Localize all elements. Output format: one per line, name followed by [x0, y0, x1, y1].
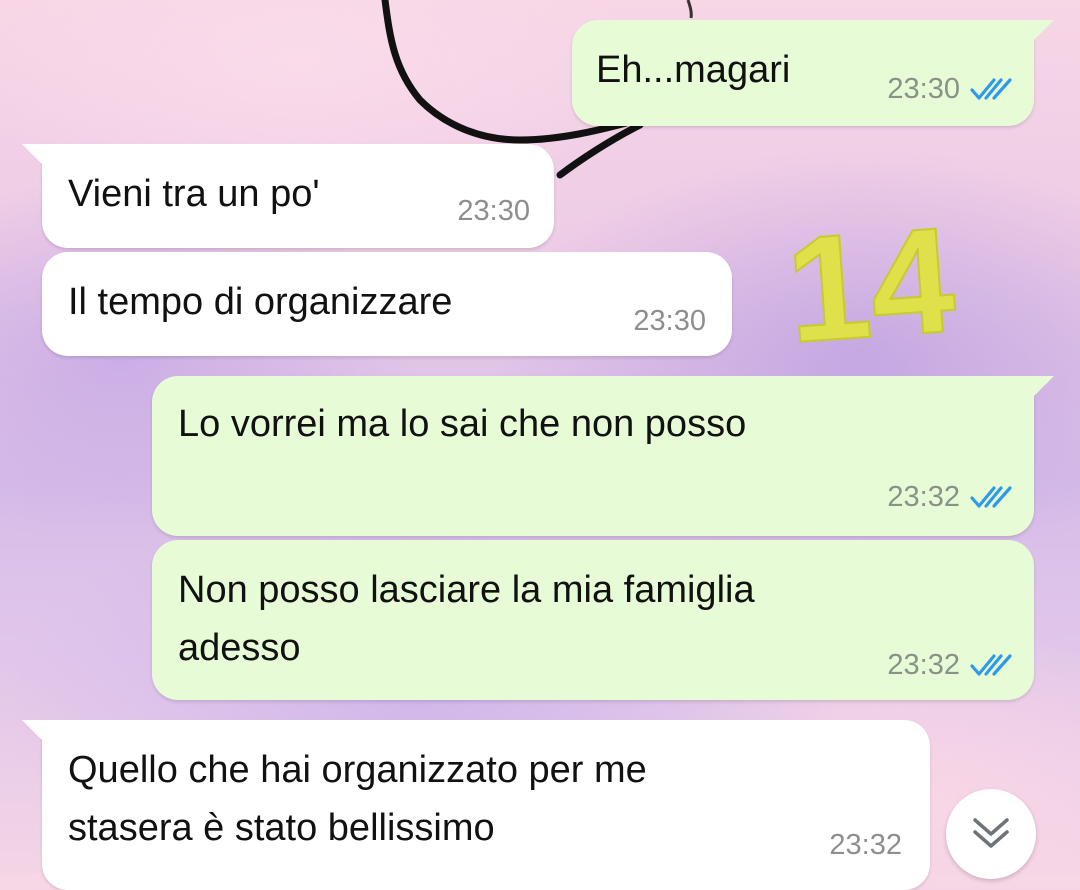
double-chevron-down-icon [973, 818, 1009, 848]
message-meta: 23:32 [887, 648, 1014, 682]
message-bubble-incoming[interactable]: Il tempo di organizzare 23:30 [42, 252, 732, 356]
double-check-icon [970, 78, 1012, 100]
message-time: 23:32 [829, 829, 902, 861]
message-text: Eh...magari [596, 49, 791, 91]
message-text: stasera è stato bellissimo [68, 807, 495, 849]
message-text: Non posso lasciare la mia famiglia [178, 569, 755, 611]
message-time: 23:32 [887, 481, 960, 513]
message-time: 23:30 [633, 305, 706, 337]
message-bubble-incoming[interactable]: Quello che hai organizzato per me staser… [22, 720, 930, 890]
message-bubble-incoming[interactable]: Vieni tra un po' 23:30 [22, 144, 554, 248]
double-check-icon [970, 654, 1012, 676]
message-time: 23:30 [887, 73, 960, 105]
message-time: 23:32 [887, 649, 960, 681]
message-text: Quello che hai organizzato per me [68, 749, 647, 791]
message-meta: 23:32 [829, 828, 902, 862]
scroll-to-bottom-button[interactable] [946, 789, 1036, 879]
message-meta: 23:30 [457, 194, 530, 228]
message-bubble-outgoing[interactable]: Eh...magari 23:30 [572, 20, 1054, 126]
message-text: adesso [178, 627, 301, 669]
message-meta: 23:30 [887, 72, 1014, 106]
message-bubble-outgoing[interactable]: Non posso lasciare la mia famiglia adess… [152, 540, 1034, 700]
message-meta: 23:30 [633, 304, 706, 338]
message-meta: 23:32 [887, 480, 1014, 514]
double-check-icon [970, 486, 1012, 508]
message-text: Lo vorrei ma lo sai che non posso [178, 403, 747, 445]
sticker-number: 14 [781, 195, 959, 374]
message-text: Il tempo di organizzare [68, 281, 453, 323]
message-bubble-outgoing[interactable]: Lo vorrei ma lo sai che non posso 23:32 [152, 376, 1054, 536]
message-time: 23:30 [457, 195, 530, 227]
message-text: Vieni tra un po' [68, 173, 320, 215]
